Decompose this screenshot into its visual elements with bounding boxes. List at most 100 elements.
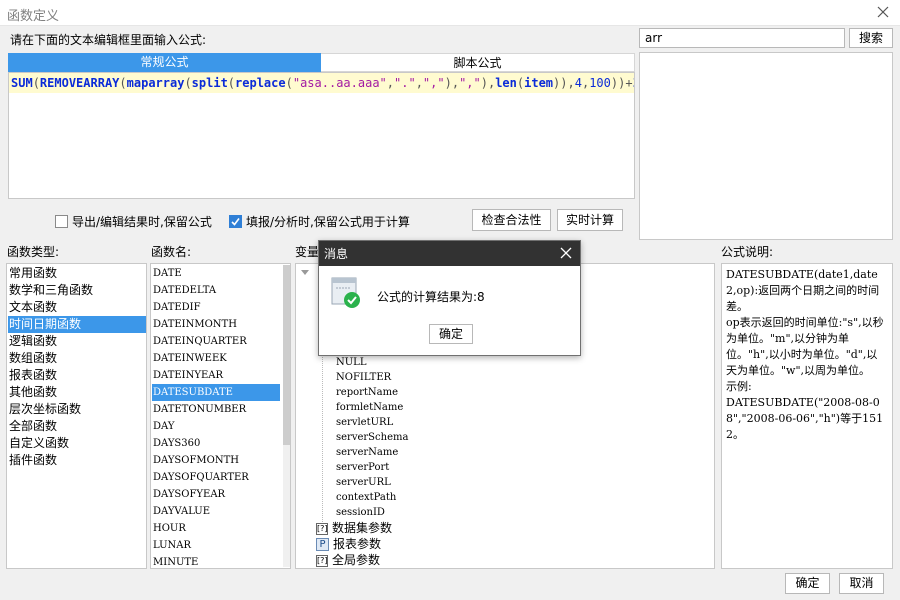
instruction-text: 请在下面的文本编辑框里面输入公式:	[10, 33, 207, 47]
formula-token: (	[227, 76, 236, 90]
function-name-item[interactable]: HOUR	[152, 520, 280, 537]
formula-token: (	[32, 76, 40, 90]
dialog-message: 公式的计算结果为:8	[377, 290, 485, 304]
variable-item[interactable]: NULL	[336, 355, 366, 370]
fill-keep-formula-checkbox[interactable]	[229, 215, 242, 228]
function-type-item[interactable]: 常用函数	[8, 265, 146, 282]
search-button[interactable]: 搜索	[849, 28, 893, 48]
variable-item[interactable]: serverSchema	[336, 430, 408, 445]
formula-token: )),	[553, 76, 575, 90]
message-dialog: 消息 公式的计算结果为:8 确定	[318, 240, 581, 356]
dialog-title: 消息	[324, 247, 349, 261]
formula-token: ),	[444, 76, 460, 90]
variable-group[interactable]: [?] 全局参数	[316, 552, 380, 568]
function-names-list[interactable]: DATE DATEDELTA DATEDIF DATEINMONTH DATEINQUA…	[150, 263, 291, 569]
formula-line[interactable]: SUM(REMOVEARRAY(maparray(split(replace("…	[9, 73, 634, 93]
formula-token: ","	[459, 76, 481, 90]
function-type-item[interactable]: 数学和三角函数	[8, 282, 146, 299]
check-validity-button[interactable]: 检查合法性	[472, 209, 551, 231]
formula-token: "asa..aa.aaa"	[292, 76, 387, 90]
function-names-label: 函数名:	[151, 245, 192, 259]
function-type-item[interactable]: 插件函数	[8, 452, 146, 469]
function-name-item[interactable]: DATETONUMBER	[152, 401, 280, 418]
function-name-item[interactable]: DATESUBDATE	[152, 384, 280, 401]
variable-group[interactable]: P 报表参数	[316, 536, 381, 552]
ok-button[interactable]: 确定	[785, 573, 830, 594]
function-type-item[interactable]: 数组函数	[8, 350, 146, 367]
window-title: 函数定义	[7, 9, 60, 24]
description-label: 公式说明:	[721, 245, 774, 259]
function-type-item[interactable]: 自定义函数	[8, 435, 146, 452]
formula-editor[interactable]: SUM(REMOVEARRAY(maparray(split(replace("…	[8, 72, 635, 199]
export-keep-formula-checkbox[interactable]	[55, 215, 68, 228]
function-name-item[interactable]: DAYS360	[152, 435, 280, 452]
formula-token: (	[119, 76, 127, 90]
parameter-icon: P	[316, 538, 329, 551]
variable-group-label: 全局参数	[332, 553, 381, 567]
formula-token: ),	[480, 76, 496, 90]
variable-group[interactable]: [?] 数据集参数	[316, 520, 392, 536]
function-name-item[interactable]: DATE	[152, 265, 280, 282]
dialog-ok-button[interactable]: 确定	[429, 324, 473, 344]
cancel-button[interactable]: 取消	[839, 573, 884, 594]
function-type-item[interactable]: 全部函数	[8, 418, 146, 435]
function-name-item[interactable]: DAYVALUE	[152, 503, 280, 520]
function-name-item[interactable]: DAYSOFMONTH	[152, 452, 280, 469]
function-name-item[interactable]: DAY	[152, 418, 280, 435]
function-name-item[interactable]: DATEINYEAR	[152, 367, 280, 384]
variable-item[interactable]: serverPort	[336, 460, 389, 475]
search-input[interactable]: arr	[639, 28, 845, 48]
close-icon[interactable]	[874, 3, 892, 21]
expand-arrow-icon[interactable]	[301, 270, 309, 275]
variable-item[interactable]: servletURL	[336, 415, 393, 430]
variable-item[interactable]: NOFILTER	[336, 370, 391, 385]
formula-token: item	[524, 76, 554, 90]
function-name-item[interactable]: DATEINWEEK	[152, 350, 280, 367]
function-name-item[interactable]: DAYSOFQUARTER	[152, 469, 280, 486]
formula-token: +	[625, 76, 633, 90]
formula-token: ,	[415, 76, 423, 90]
function-type-item[interactable]: 层次坐标函数	[8, 401, 146, 418]
variable-item[interactable]: formletName	[336, 400, 403, 415]
check-icon	[231, 218, 240, 226]
dialog-close-icon[interactable]	[559, 246, 573, 260]
formula-token: split	[191, 76, 228, 90]
realtime-calc-button[interactable]: 实时计算	[557, 209, 623, 231]
formula-token: 4	[574, 76, 582, 90]
variables-label: 变量	[295, 245, 320, 259]
dialog-title-bar: 消息	[319, 241, 580, 266]
function-type-item[interactable]: 时间日期函数	[8, 316, 146, 333]
formula-token: (	[184, 76, 192, 90]
function-name-item[interactable]: DATEINMONTH	[152, 316, 280, 333]
variable-item[interactable]: serverName	[336, 445, 398, 460]
function-types-list[interactable]: 常用函数 数学和三角函数 文本函数 时间日期函数 逻辑函数 数组函数 报表函数 其他函数 层次坐…	[6, 263, 147, 569]
names-scrollbar-thumb[interactable]	[283, 265, 290, 445]
function-name-item[interactable]: DATEINQUARTER	[152, 333, 280, 350]
search-results-list[interactable]	[639, 52, 893, 240]
variable-item[interactable]: serverURL	[336, 475, 391, 490]
function-name-item[interactable]: DAYSOFYEAR	[152, 486, 280, 503]
function-name-item[interactable]: DATEDELTA	[152, 282, 280, 299]
function-type-item[interactable]: 逻辑函数	[8, 333, 146, 350]
group-icon: [?]	[316, 522, 328, 535]
formula-token: len	[495, 76, 517, 90]
success-icon	[331, 277, 360, 308]
description-text: DATESUBDATE(date1,date2,op):返回两个日期之间的时间差…	[726, 268, 884, 441]
variable-item[interactable]: contextPath	[336, 490, 396, 505]
description-panel: DATESUBDATE(date1,date2,op):返回两个日期之间的时间差…	[721, 263, 893, 569]
tab-script-formula[interactable]: 脚本公式	[321, 53, 635, 72]
function-name-item[interactable]: MINUTE	[152, 554, 280, 568]
formula-token: REMOVEARRAY	[39, 76, 120, 90]
tab-regular-formula[interactable]: 常规公式	[8, 53, 321, 72]
variable-item[interactable]: sessionID	[336, 505, 385, 520]
variable-item[interactable]: reportName	[336, 385, 398, 400]
function-name-item[interactable]: LUNAR	[152, 537, 280, 554]
function-type-item[interactable]: 报表函数	[8, 367, 146, 384]
function-type-item[interactable]: 其他函数	[8, 384, 146, 401]
function-type-item[interactable]: 文本函数	[8, 299, 146, 316]
formula-token: maparray	[126, 76, 185, 90]
group-icon: [?]	[316, 554, 328, 567]
function-name-item[interactable]: DATEDIF	[152, 299, 280, 316]
formula-token: 100	[589, 76, 611, 90]
fill-keep-formula-label: 填报/分析时,保留公式用于计算	[246, 215, 410, 229]
